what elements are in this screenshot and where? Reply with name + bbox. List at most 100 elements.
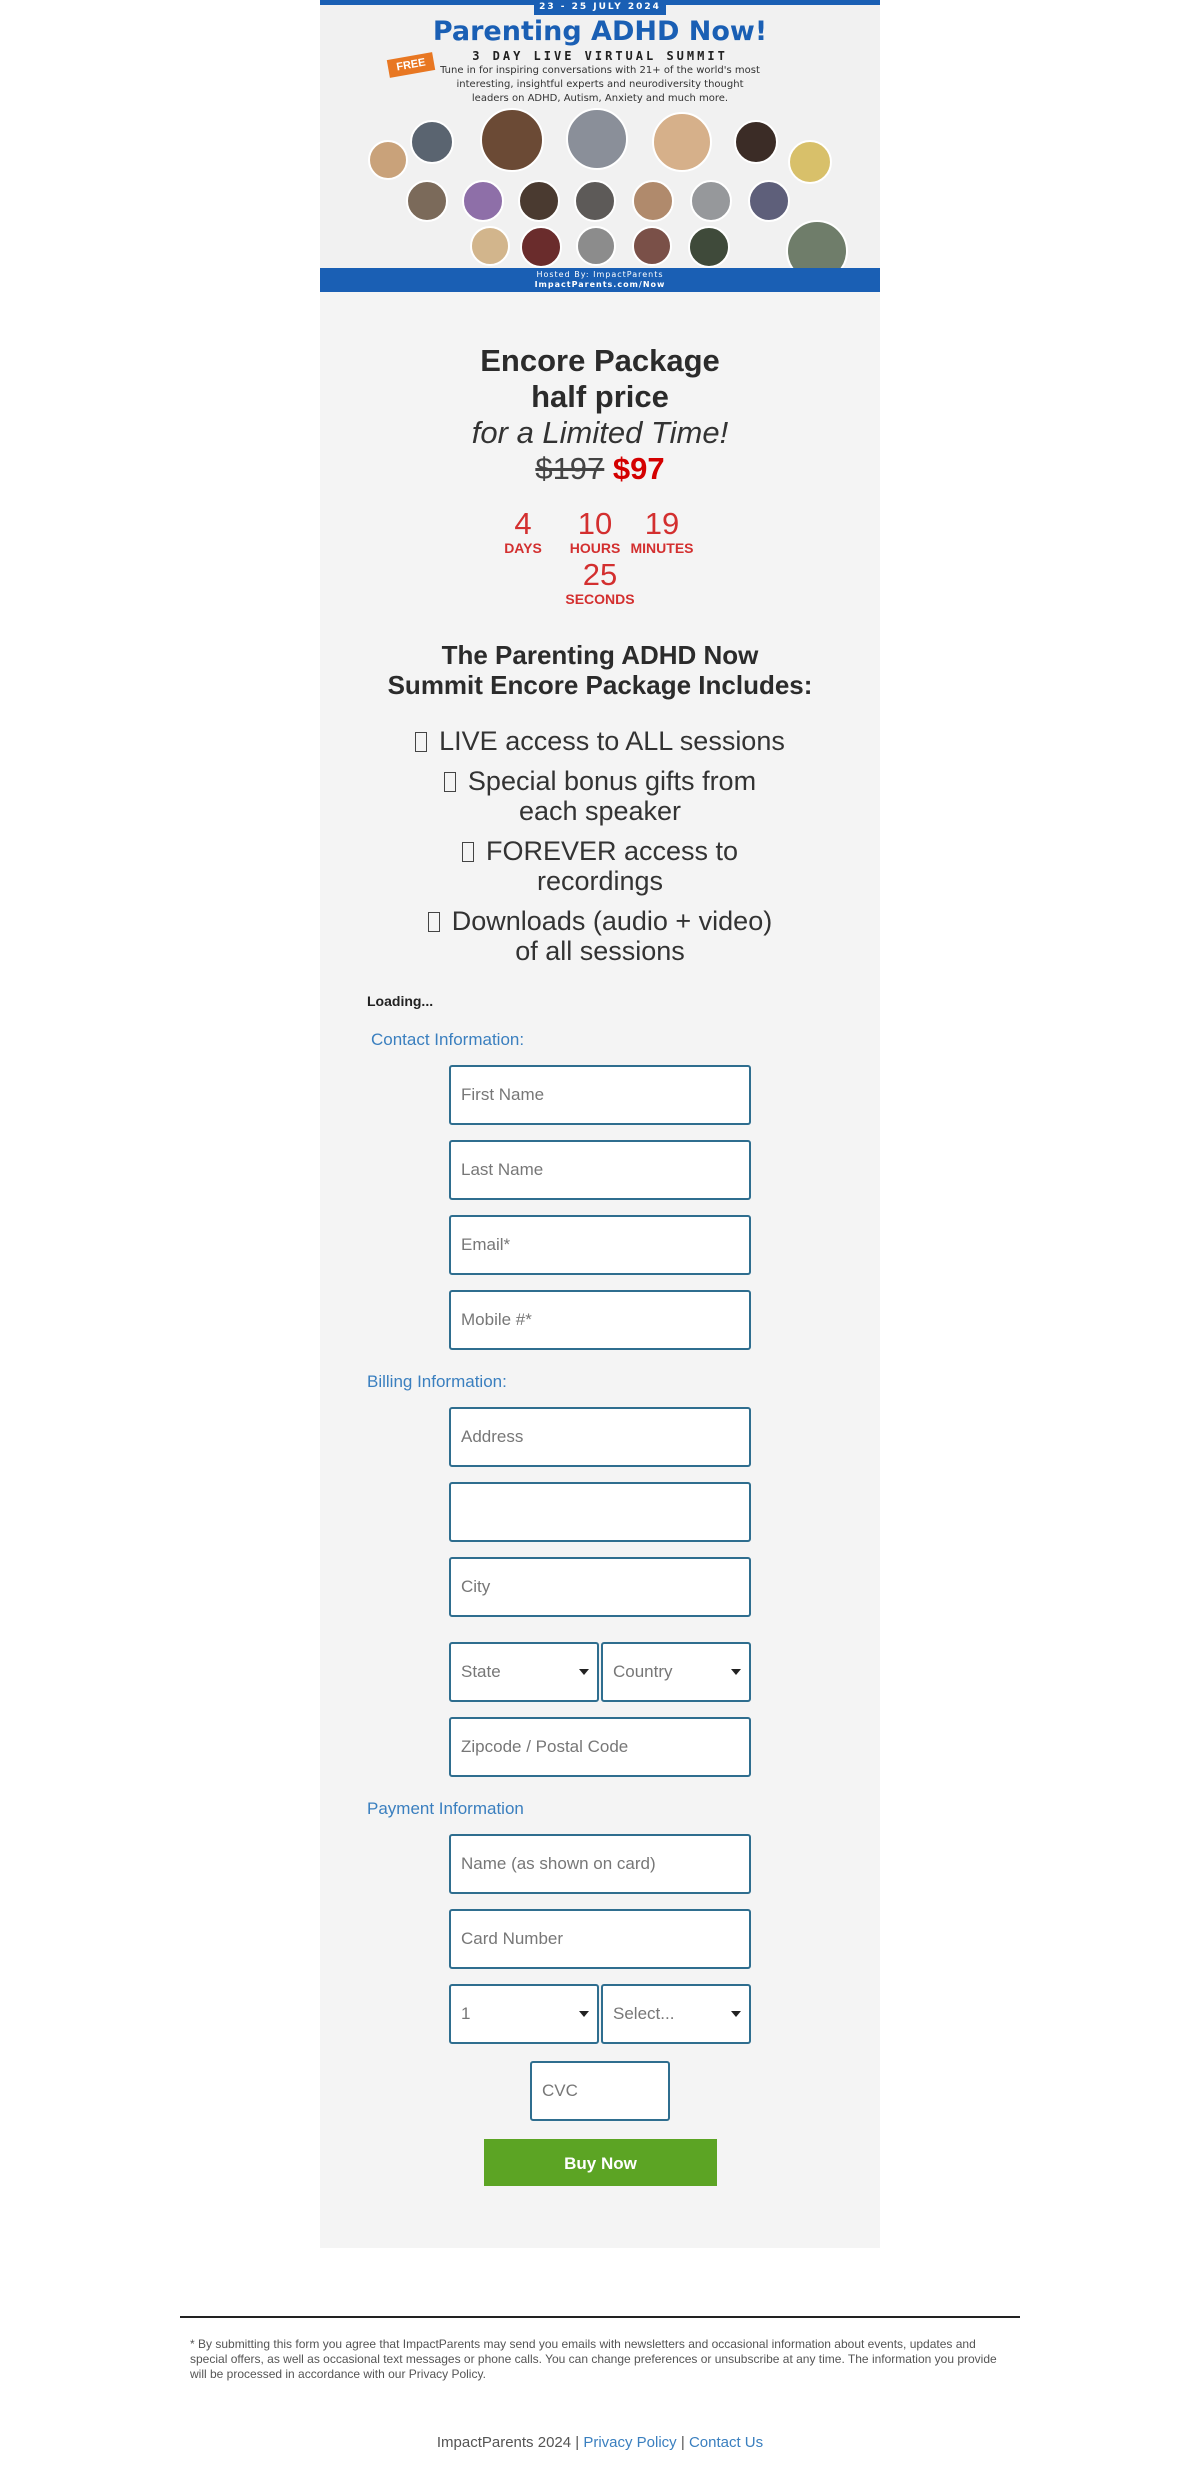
price-line: $197 $97 — [320, 451, 880, 487]
email-field[interactable]: Email* — [449, 1215, 751, 1275]
expiry-month-value: 1 — [461, 2004, 471, 2023]
checkout-column: 23 - 25 JULY 2024 Parenting ADHD Now! 3 … — [320, 0, 880, 2248]
first-name-field[interactable]: First Name — [449, 1065, 751, 1125]
billing-info-label: Billing Information: — [367, 1372, 507, 1391]
address-line2-field[interactable] — [449, 1482, 751, 1542]
speaker-photo — [734, 120, 778, 164]
feature-line1: LIVE access to ALL sessions — [439, 726, 785, 756]
address-placeholder: Address — [461, 1427, 524, 1446]
mobile-field[interactable]: Mobile #* — [449, 1290, 751, 1350]
card-name-field[interactable]: Name (as shown on card) — [449, 1834, 751, 1894]
offer-headline-line2: half price — [531, 379, 669, 414]
mobile-placeholder: Mobile #* — [461, 1310, 532, 1329]
city-placeholder: City — [461, 1577, 491, 1596]
countdown-hours-value: 10 — [577, 506, 613, 541]
new-price: $97 — [612, 451, 665, 486]
countdown-hours: 10 HOURS — [560, 506, 630, 557]
card-number-field[interactable]: Card Number — [449, 1909, 751, 1969]
checkbox-icon — [443, 772, 456, 792]
limited-time-text: for a Limited Time! — [471, 415, 729, 450]
speaker-photo — [462, 180, 504, 222]
countdown-hours-label: HOURS — [569, 540, 621, 556]
countdown-days: 4 DAYS — [498, 508, 548, 557]
speaker-photo — [480, 108, 544, 172]
feature-item: Special bonus gifts from each speaker — [320, 766, 880, 826]
feature-item: FOREVER access to recordings — [320, 836, 880, 896]
old-price: $197 — [535, 451, 605, 486]
footer-links: ImpactParents 2024 | Privacy Policy | Co… — [0, 2434, 1200, 2451]
disclaimer-text: * By submitting this form you agree that… — [190, 2337, 997, 2381]
footer-separator: | — [680, 2434, 685, 2451]
checkbox-icon — [461, 842, 474, 862]
summit-banner: 23 - 25 JULY 2024 Parenting ADHD Now! 3 … — [320, 0, 880, 292]
checkbox-icon — [427, 912, 440, 932]
feature-line2: of all sessions — [515, 936, 685, 966]
zipcode-field[interactable]: Zipcode / Postal Code — [449, 1717, 751, 1777]
cvc-field[interactable]: CVC — [530, 2061, 670, 2121]
feature-line2: recordings — [536, 866, 664, 896]
speaker-photos — [320, 0, 880, 292]
offer-headline-line1: Encore Package — [480, 343, 720, 378]
countdown-minutes-value: 19 — [644, 506, 680, 541]
card-name-placeholder: Name (as shown on card) — [461, 1854, 656, 1873]
dropdown-caret-icon — [731, 2011, 741, 2017]
speaker-photo — [688, 226, 730, 268]
state-select[interactable]: State — [449, 1642, 599, 1702]
city-field[interactable]: City — [449, 1557, 751, 1617]
privacy-policy-link[interactable]: Privacy Policy — [583, 2434, 676, 2451]
expiry-month-select[interactable]: 1 — [449, 1984, 599, 2044]
banner-host: Hosted By: ImpactParents — [536, 270, 664, 279]
email-placeholder: Email* — [461, 1235, 511, 1254]
feature-item: Downloads (audio + video) of all session… — [320, 906, 880, 966]
speaker-photo — [518, 180, 560, 222]
speaker-photo — [748, 180, 790, 222]
countdown-minutes: 19 MINUTES — [622, 506, 702, 557]
footer-divider — [180, 2316, 1020, 2318]
zipcode-placeholder: Zipcode / Postal Code — [461, 1737, 629, 1756]
offer-headline: Encore Package half price — [320, 343, 880, 415]
feature-line1: Downloads (audio + video) — [451, 906, 773, 936]
payment-info-label: Payment Information — [367, 1799, 524, 1818]
last-name-field[interactable]: Last Name — [449, 1140, 751, 1200]
feature-line1: FOREVER access to — [485, 836, 739, 866]
country-select-value: Country — [613, 1662, 673, 1681]
expiry-year-select[interactable]: Select... — [601, 1984, 751, 2044]
feature-line1: Special bonus gifts from — [467, 766, 757, 796]
contact-us-link[interactable]: Contact Us — [689, 2434, 763, 2451]
dropdown-caret-icon — [579, 2011, 589, 2017]
speaker-photo — [632, 180, 674, 222]
card-number-placeholder: Card Number — [461, 1929, 564, 1948]
loading-text: Loading... — [367, 993, 434, 1009]
speaker-photo — [470, 226, 510, 266]
includes-heading-line2: Summit Encore Package Includes: — [387, 670, 813, 700]
country-select[interactable]: Country — [601, 1642, 751, 1702]
feature-line2: each speaker — [518, 796, 682, 826]
countdown-seconds-value: 25 — [582, 557, 618, 592]
speaker-photo — [652, 112, 712, 172]
first-name-placeholder: First Name — [461, 1085, 545, 1104]
dropdown-caret-icon — [731, 1669, 741, 1675]
state-select-value: State — [461, 1662, 501, 1681]
checkbox-icon — [415, 732, 428, 752]
speaker-photo — [576, 226, 616, 266]
banner-url: ImpactParents.com/Now — [534, 280, 666, 289]
includes-heading-line1: The Parenting ADHD Now — [441, 640, 759, 670]
speaker-photo — [406, 180, 448, 222]
speaker-photo — [368, 140, 408, 180]
speaker-photo — [632, 226, 672, 266]
includes-heading: The Parenting ADHD Now Summit Encore Pac… — [320, 640, 880, 700]
buy-now-button[interactable]: Buy Now — [484, 2139, 717, 2186]
speaker-photo — [566, 108, 628, 170]
expiry-year-value: Select... — [613, 2004, 675, 2023]
speaker-photo — [410, 120, 454, 164]
dropdown-caret-icon — [579, 1669, 589, 1675]
countdown-days-label: DAYS — [504, 540, 542, 556]
contact-info-label: Contact Information: — [371, 1030, 525, 1049]
speaker-photo — [788, 140, 832, 184]
last-name-placeholder: Last Name — [461, 1160, 544, 1179]
cvc-placeholder: CVC — [542, 2081, 578, 2100]
countdown-minutes-label: MINUTES — [630, 540, 694, 556]
speaker-photo — [520, 226, 562, 268]
speaker-photo — [574, 180, 616, 222]
address-field[interactable]: Address — [449, 1407, 751, 1467]
